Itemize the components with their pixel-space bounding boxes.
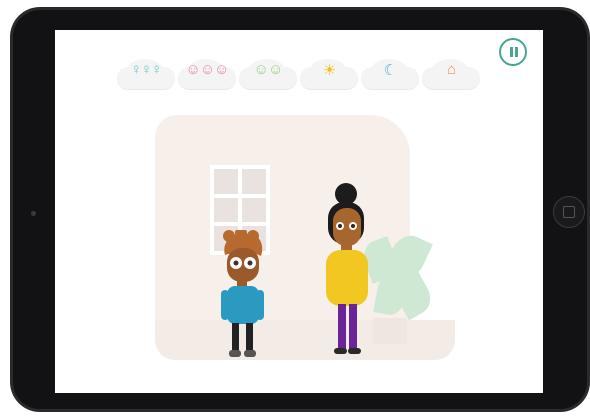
family-icon: ♀♀♀ (130, 61, 163, 78)
game-screen: ♀♀♀ ☺☺☺ ☺☺ ☀ ☾ ⌂ (55, 30, 543, 393)
activities-icon: ☀ (322, 62, 336, 79)
bedtime-icon: ☾ (383, 62, 397, 79)
feelings-icon: ☺☺ (253, 61, 284, 78)
category-activities-button[interactable]: ☀ (300, 55, 358, 93)
category-feelings-button[interactable]: ☺☺ (239, 55, 297, 93)
boy-character[interactable] (215, 230, 270, 360)
category-bedtime-button[interactable]: ☾ (361, 55, 419, 93)
category-school-button[interactable]: ⌂ (422, 55, 480, 93)
pause-button[interactable] (499, 38, 527, 66)
plant-pot (373, 318, 407, 344)
woman-character[interactable] (320, 182, 375, 362)
category-bar: ♀♀♀ ☺☺☺ ☺☺ ☀ ☾ ⌂ (117, 55, 480, 95)
home-button[interactable] (553, 196, 585, 228)
school-icon: ⌂ (446, 61, 456, 78)
front-camera (31, 211, 36, 216)
room-floor (155, 320, 455, 360)
friends-icon: ☺☺☺ (185, 61, 230, 78)
category-friends-button[interactable]: ☺☺☺ (178, 55, 236, 93)
category-family-button[interactable]: ♀♀♀ (117, 55, 175, 93)
